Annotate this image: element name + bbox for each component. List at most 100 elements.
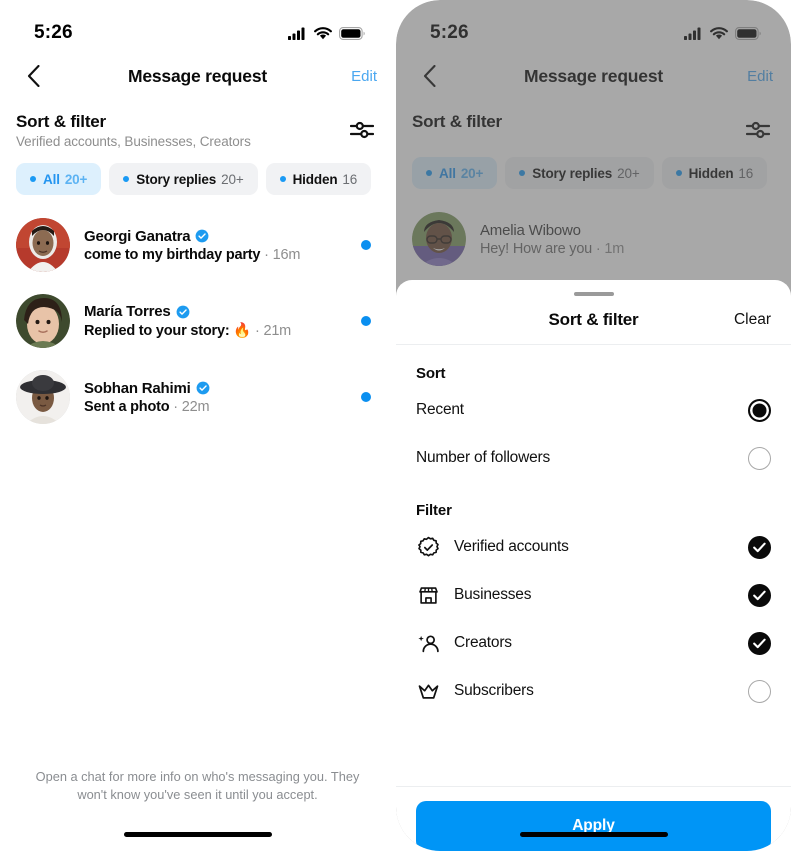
check-icon [753, 638, 766, 648]
filter-option-creators[interactable]: Creators [416, 619, 771, 667]
sliders-icon [746, 121, 770, 139]
filter-chip-row: All 20+ Story replies 20+ Hidden 16 [0, 149, 395, 195]
avatar-image [16, 218, 70, 272]
avatar-image [412, 212, 466, 266]
radio-button[interactable] [748, 446, 771, 470]
message-content: Georgi Ganatra come to my birthday party… [84, 228, 347, 263]
sort-option-number-of-followers[interactable]: Number of followers [416, 434, 771, 482]
apply-button[interactable]: Apply [416, 801, 771, 851]
sort-filter-subtitle: Verified accounts, Businesses, Creators [16, 134, 251, 149]
preview-text: Sent a photo [84, 398, 170, 415]
wifi-icon [314, 26, 332, 39]
chip-count: 16 [342, 171, 358, 187]
message-row[interactable]: María Torres Replied to your story: 🔥 · … [0, 283, 395, 359]
battery-icon [735, 26, 761, 40]
chip-label: All [439, 165, 456, 181]
chip-all[interactable]: All 20+ [412, 157, 498, 189]
chip-hidden[interactable]: Hidden 16 [265, 163, 372, 195]
option-label: Verified accounts [454, 538, 569, 555]
nav-bar: Message request Edit [396, 52, 791, 100]
clear-button[interactable]: Clear [734, 311, 771, 329]
status-time: 5:26 [34, 22, 73, 43]
chip-count: 20+ [617, 165, 640, 181]
filter-option-subscribers[interactable]: Subscribers [416, 667, 771, 715]
sort-section-title: Sort [416, 365, 446, 382]
verified-badge-icon [196, 381, 209, 395]
chip-story-replies[interactable]: Story replies 20+ [505, 157, 654, 189]
message-sender-name: Sobhan Rahimi [84, 380, 347, 397]
avatar [16, 218, 70, 272]
chip-label: All [43, 171, 60, 187]
chip-count: 20+ [460, 165, 484, 181]
chip-story-replies[interactable]: Story replies 20+ [109, 163, 258, 195]
message-content: Amelia Wibowo Hey! How are you · 1m [480, 222, 775, 257]
sort-option-recent[interactable]: Recent [416, 386, 771, 434]
check-icon [753, 590, 766, 600]
checkbox-checked[interactable] [748, 535, 771, 559]
sender-name-text: Amelia Wibowo [480, 221, 581, 239]
message-preview: Sent a photo · 22m [84, 399, 347, 415]
chip-label: Story replies [532, 165, 613, 181]
message-row[interactable]: Georgi Ganatra come to my birthday party… [0, 207, 395, 283]
sort-filter-button[interactable] [347, 117, 377, 143]
radio-button-selected[interactable] [748, 398, 771, 422]
preview-text: come to my birthday party [84, 246, 261, 263]
chip-all[interactable]: All 20+ [16, 163, 102, 195]
sort-filter-header: Sort & filter [396, 100, 791, 143]
message-content: María Torres Replied to your story: 🔥 · … [84, 303, 347, 339]
message-preview: come to my birthday party · 16m [84, 247, 347, 263]
sort-filter-text: Sort & filter [412, 112, 743, 132]
phone-screen-left: 5:26 Message request Edit Sort & filter … [0, 0, 395, 851]
footer-note: Open a chat for more info on who's messa… [35, 768, 360, 803]
message-time: · 16m [264, 246, 301, 263]
chip-dot-icon [519, 170, 526, 176]
edit-button[interactable]: Edit [747, 68, 773, 85]
checkbox[interactable] [748, 679, 771, 703]
avatar-image [16, 294, 70, 348]
checkbox-checked[interactable] [748, 631, 771, 655]
message-time: · 21m [254, 323, 292, 339]
chip-dot-icon [123, 176, 130, 182]
avatar [16, 294, 70, 348]
phone-screen-right: 5:26 Message request Edit Sort & filter … [396, 0, 791, 851]
chip-dot-icon [426, 170, 432, 176]
storefront-icon [416, 583, 440, 607]
chip-dot-icon [279, 176, 286, 182]
message-sender-name: María Torres [84, 303, 347, 320]
message-content: Sobhan Rahimi Sent a photo · 22m [84, 380, 347, 415]
edit-button[interactable]: Edit [351, 68, 377, 85]
check-icon [753, 542, 766, 552]
unread-indicator [361, 240, 371, 250]
sender-name-text: María Torres [84, 303, 171, 320]
chip-label: Story replies [136, 171, 217, 187]
filter-option-businesses[interactable]: Businesses [416, 571, 771, 619]
sort-filter-button[interactable] [743, 117, 773, 143]
back-button[interactable] [16, 59, 50, 93]
home-indicator [123, 832, 272, 837]
option-label: Subscribers [454, 682, 534, 699]
sender-name-text: Sobhan Rahimi [84, 379, 191, 397]
preview-text: Replied to your story: 🔥 [84, 323, 252, 339]
sort-filter-title: Sort & filter [16, 112, 106, 131]
verified-badge-glyph [417, 536, 439, 556]
message-row[interactable]: Sobhan Rahimi Sent a photo · 22m [0, 359, 395, 435]
storefront-glyph [418, 586, 438, 604]
sort-filter-bottom-sheet: Sort & filter Clear Sort Recent Number o… [396, 280, 791, 851]
message-sender-name: Amelia Wibowo [480, 222, 775, 239]
chip-dot-icon [30, 176, 36, 182]
status-icons [288, 26, 365, 40]
chip-hidden[interactable]: Hidden 16 [661, 157, 768, 189]
chip-count: 20+ [221, 171, 244, 187]
sheet-footer: Apply [396, 786, 791, 851]
status-time: 5:26 [430, 22, 469, 43]
verified-badge-icon [176, 305, 189, 318]
checkbox-checked[interactable] [748, 583, 771, 607]
avatar [412, 212, 466, 266]
chevron-left-icon [423, 65, 436, 87]
option-label: Recent [416, 401, 464, 418]
filter-option-verified-accounts[interactable]: Verified accounts [416, 523, 771, 571]
message-row[interactable]: Amelia Wibowo Hey! How are you · 1m [396, 201, 791, 277]
avatar-image [16, 370, 70, 424]
back-button[interactable] [412, 59, 446, 93]
page-title: Message request [523, 65, 663, 86]
